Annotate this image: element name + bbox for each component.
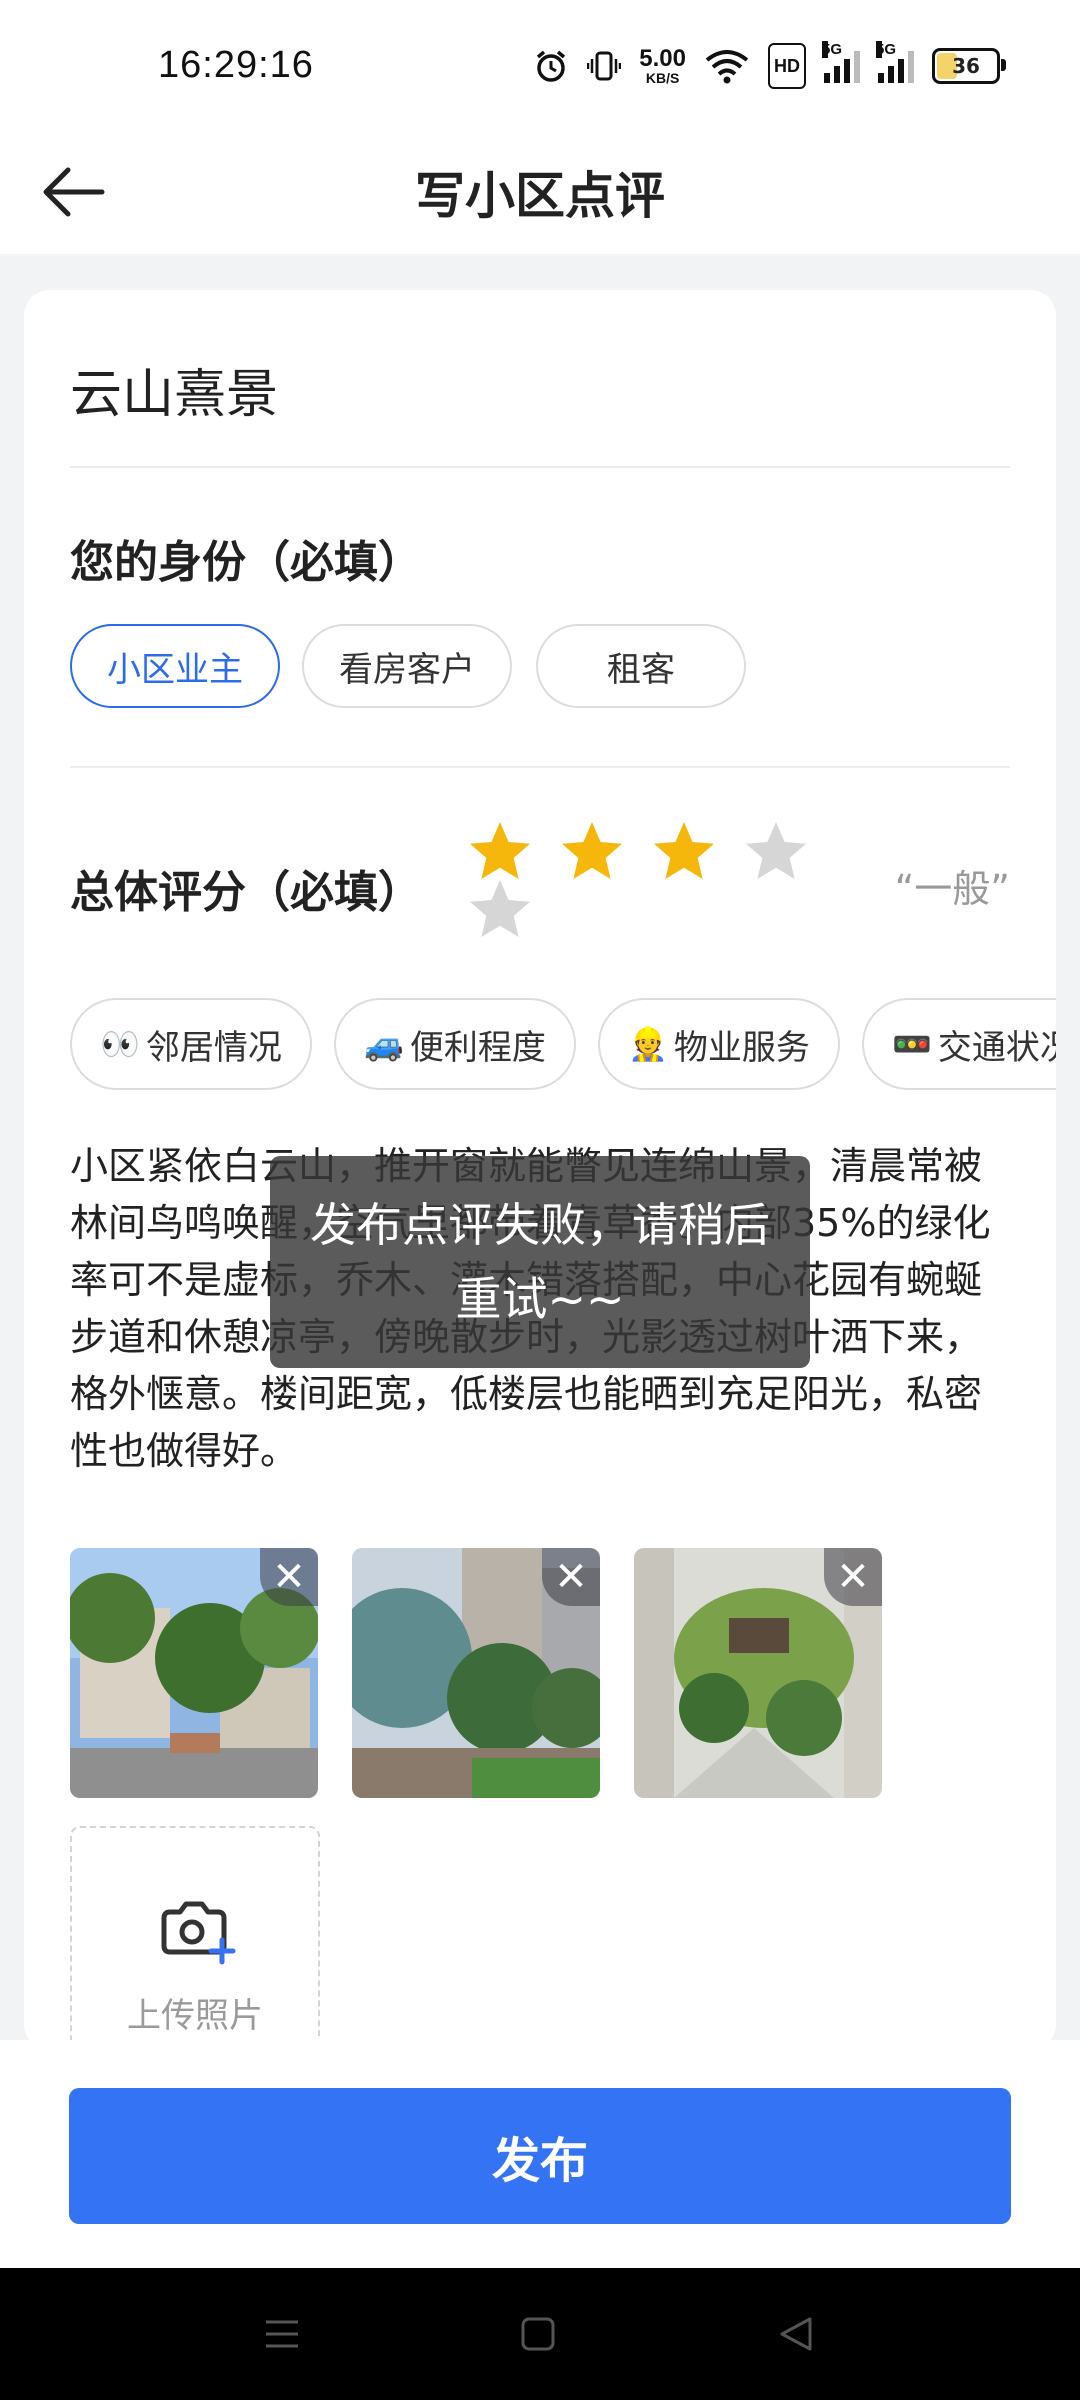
status-icons: 5.00 KB/S HD 5G 5G 36 [533, 41, 1006, 89]
identity-option-tenant[interactable]: 租客 [536, 624, 746, 708]
signal-icon: 5G [876, 41, 914, 83]
star-icon[interactable] [742, 818, 810, 886]
page-title: 写小区点评 [415, 167, 665, 225]
traffic-light-icon: 🚥 [892, 1025, 932, 1063]
photo-thumbnail[interactable]: ✕ [70, 1548, 318, 1798]
star-icon[interactable] [466, 876, 534, 944]
community-name: 云山熹景 [70, 365, 279, 425]
divider [70, 466, 1010, 468]
tag-traffic[interactable]: 🚥交通状况 [862, 998, 1056, 1090]
tag-property-service[interactable]: 👷 物业服务 [598, 998, 840, 1090]
rating-text: “一般” [894, 867, 1010, 911]
identity-option-owner[interactable]: 小区业主 [70, 624, 280, 708]
app-bar: 写小区点评 [0, 130, 1080, 254]
wifi-icon [704, 46, 750, 86]
camera-add-icon [161, 1901, 236, 1965]
back-nav-icon[interactable] [776, 2314, 816, 2354]
identity-option-house-viewer[interactable]: 看房客户 [302, 624, 512, 708]
remove-photo-button[interactable]: ✕ [824, 1548, 882, 1606]
photo-thumbnail[interactable]: ✕ [352, 1548, 600, 1798]
hd-icon: HD [768, 43, 806, 89]
rating-label: 总体评分（必填） [70, 867, 422, 918]
battery-icon: 36 [932, 48, 1006, 84]
tag-neighbors[interactable]: 👀 邻居情况 [70, 998, 312, 1090]
eyes-icon: 👀 [100, 1025, 140, 1063]
car-icon: 🚙 [364, 1025, 404, 1063]
upload-photo-label: 上传照片 [127, 1996, 263, 2036]
menu-icon[interactable] [262, 2314, 302, 2354]
toast-message: 发布点评失败，请稍后重试~~ [270, 1156, 810, 1368]
star-icon[interactable] [650, 818, 718, 886]
publish-button[interactable]: 发布 [69, 2088, 1011, 2224]
vibrate-icon [587, 46, 622, 86]
signal-icon: 5G [822, 41, 860, 83]
system-navigation-bar [0, 2268, 1080, 2400]
tag-convenience[interactable]: 🚙 便利程度 [334, 998, 576, 1090]
photo-thumbnail[interactable]: ✕ [634, 1548, 882, 1798]
identity-label: 您的身份（必填） [70, 537, 422, 588]
remove-photo-button[interactable]: ✕ [260, 1548, 318, 1606]
alarm-icon [533, 46, 569, 86]
upload-photo-button[interactable]: 上传照片 [70, 1826, 320, 2050]
worker-icon: 👷 [628, 1025, 668, 1063]
status-time: 16:29:16 [158, 44, 314, 86]
star-icon[interactable] [558, 818, 626, 886]
home-icon[interactable] [518, 2314, 558, 2354]
bottom-action-bar: 发布 [0, 2040, 1080, 2270]
net-speed: 5.00 KB/S [639, 45, 686, 86]
remove-photo-button[interactable]: ✕ [542, 1548, 600, 1606]
divider [70, 766, 1010, 768]
status-bar: 16:29:16 5.00 KB/S HD 5G 5G 36 [0, 0, 1080, 130]
